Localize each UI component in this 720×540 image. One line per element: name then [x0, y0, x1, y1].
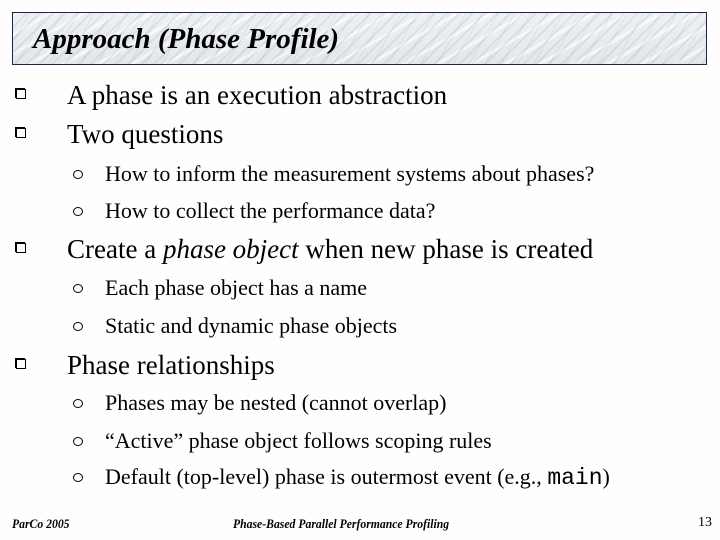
hollow-circle-bullet-icon — [73, 170, 83, 179]
sub-bullet-text: Each phase object has a name — [105, 275, 368, 300]
sub-bullet-item: Default (top-level) phase is outermost e… — [73, 464, 610, 491]
page-number: 13 — [698, 515, 712, 530]
bullet-text-emphasis: phase object — [162, 234, 299, 264]
hollow-circle-bullet-icon — [73, 207, 83, 216]
sub-bullet-text: Phases may be nested (cannot overlap) — [105, 390, 447, 415]
sub-bullet-item: How to collect the performance data? — [73, 198, 436, 224]
hollow-circle-bullet-icon — [73, 322, 83, 331]
code-text: main — [547, 465, 603, 491]
sub-bullet-text-suffix: ) — [602, 464, 610, 489]
bullet-text-prefix: Create a — [67, 234, 163, 264]
hollow-circle-bullet-icon — [73, 399, 83, 408]
hollow-square-bullet-icon — [16, 128, 26, 138]
sub-bullet-text-prefix: Default (top-level) phase is outermost e… — [105, 464, 548, 489]
bullet-text-suffix: when new phase is created — [298, 234, 594, 264]
sub-bullet-item: Phases may be nested (cannot overlap) — [73, 390, 447, 416]
sub-bullet-item: Each phase object has a name — [73, 275, 368, 301]
footer-center: Phase-Based Parallel Performance Profili… — [233, 516, 450, 531]
bullet-text: Phase relationships — [67, 350, 275, 380]
sub-bullet-item: “Active” phase object follows scoping ru… — [73, 428, 492, 454]
hollow-square-bullet-icon — [16, 359, 26, 369]
sub-bullet-item: Static and dynamic phase objects — [73, 313, 398, 339]
hollow-square-bullet-icon — [16, 243, 26, 253]
bullet-text: A phase is an execution abstraction — [67, 80, 448, 110]
bullet-item: Create a phase object when new phase is … — [16, 234, 594, 264]
bullet-item: Two questions — [16, 119, 224, 149]
bullet-text: Two questions — [67, 119, 224, 149]
sub-bullet-item: How to inform the measurement systems ab… — [73, 161, 595, 187]
sub-bullet-text: Static and dynamic phase objects — [105, 313, 398, 338]
sub-bullet-text: How to inform the measurement systems ab… — [105, 161, 595, 186]
bullet-item: A phase is an execution abstraction — [16, 80, 448, 110]
hollow-circle-bullet-icon — [73, 284, 83, 293]
sub-bullet-text: How to collect the performance data? — [105, 198, 436, 223]
hollow-square-bullet-icon — [16, 89, 26, 99]
hollow-circle-bullet-icon — [73, 437, 83, 446]
bullet-item: Phase relationships — [16, 350, 275, 380]
hollow-circle-bullet-icon — [73, 473, 83, 482]
sub-bullet-text: “Active” phase object follows scoping ru… — [105, 428, 492, 453]
title-bar: Approach (Phase Profile) — [12, 12, 707, 65]
slide-title: Approach (Phase Profile) — [33, 23, 340, 55]
footer-left: ParCo 2005 — [12, 516, 70, 531]
